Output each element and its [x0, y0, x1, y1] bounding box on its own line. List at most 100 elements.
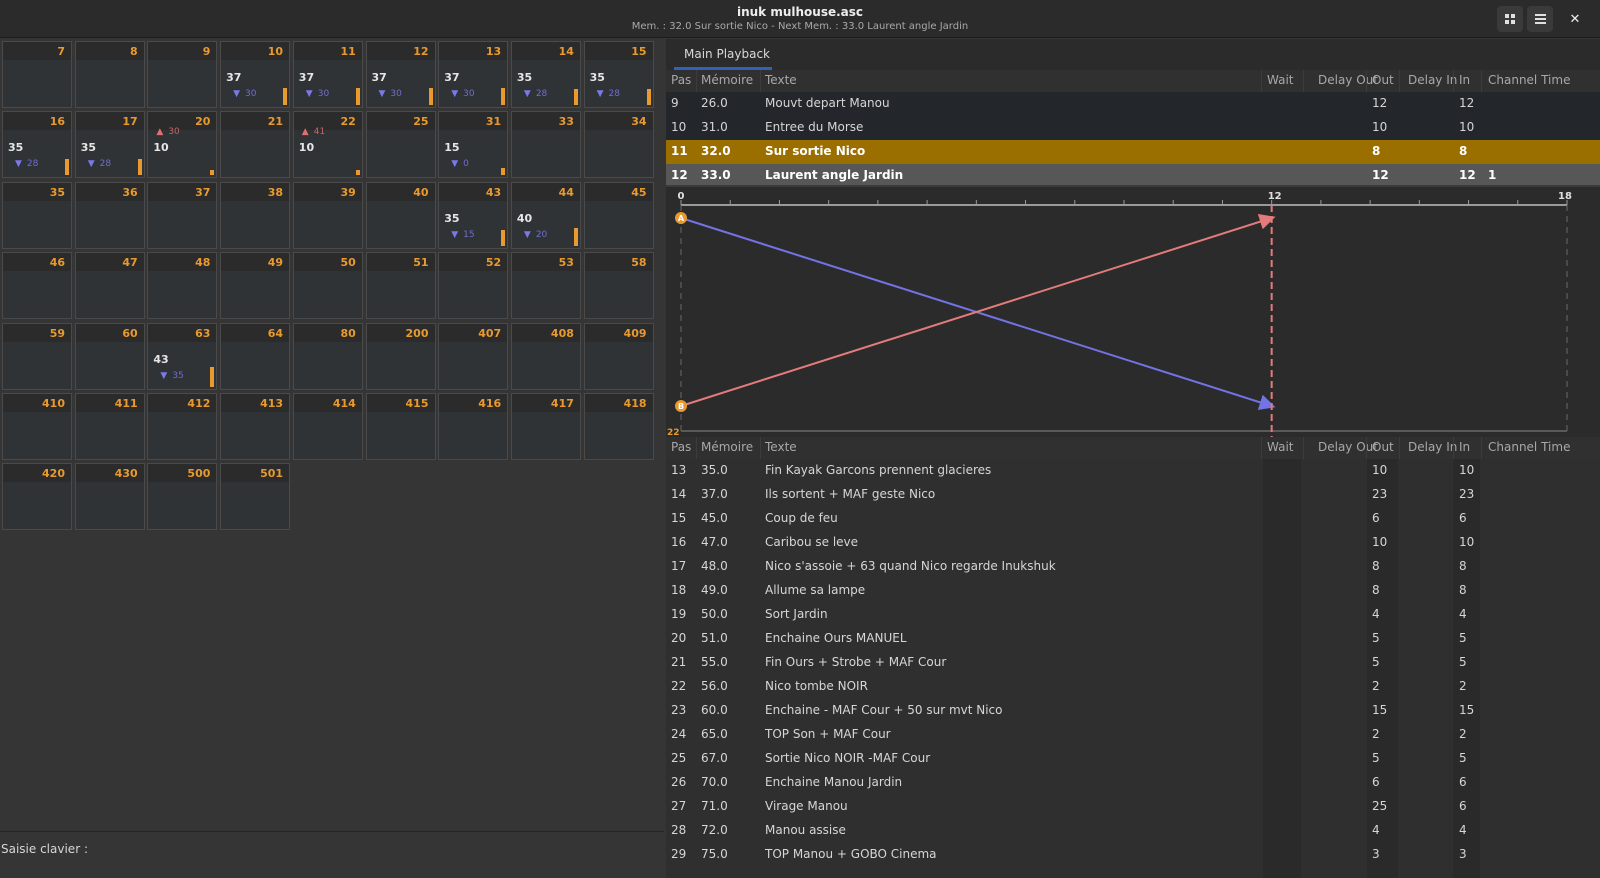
- channel-tile[interactable]: 45: [583, 181, 654, 249]
- channel-tile[interactable]: 37: [147, 181, 218, 249]
- channel-tile[interactable]: 418: [583, 393, 654, 460]
- channel-tile[interactable]: 52: [438, 252, 509, 320]
- column-header[interactable]: Wait: [1267, 73, 1294, 87]
- channel-tile[interactable]: 46: [2, 252, 72, 320]
- channel-tile[interactable]: 58: [583, 252, 654, 320]
- column-header[interactable]: Delay In: [1408, 440, 1457, 454]
- channel-tile[interactable]: 40: [365, 181, 436, 249]
- cue-row[interactable]: 14 37.0 Ils sortent + MAF geste Nico 23 23: [666, 483, 1600, 507]
- column-header[interactable]: Pas: [671, 440, 691, 454]
- cue-row[interactable]: 16 47.0 Caribou se leve 10 10: [666, 531, 1600, 555]
- channel-tile[interactable]: 36: [74, 181, 145, 249]
- column-header[interactable]: Wait: [1267, 440, 1294, 454]
- channel-tile[interactable]: 13 37 ▼ 30: [438, 41, 509, 108]
- channel-tile[interactable]: 9: [147, 41, 218, 108]
- column-header[interactable]: Out: [1372, 440, 1394, 454]
- channel-tile[interactable]: 34: [583, 111, 654, 179]
- channel-tile[interactable]: 413: [220, 393, 291, 460]
- channel-tile[interactable]: 414: [292, 393, 363, 460]
- channel-tile[interactable]: 409: [583, 322, 654, 390]
- channel-tile[interactable]: 410: [2, 393, 72, 460]
- keyboard-input-bar[interactable]: Saisie clavier :: [0, 831, 664, 878]
- column-header[interactable]: Delay Out: [1318, 440, 1378, 454]
- cue-row[interactable]: 9 26.0 Mouvt depart Manou 12 12: [666, 92, 1600, 116]
- column-header[interactable]: Channel Time: [1488, 440, 1570, 454]
- column-header[interactable]: Out: [1372, 73, 1394, 87]
- cue-row[interactable]: 21 55.0 Fin Ours + Strobe + MAF Cour 5 5: [666, 651, 1600, 675]
- channel-tile[interactable]: 417: [510, 393, 581, 460]
- channel-tile[interactable]: 430: [74, 463, 145, 531]
- channel-tile[interactable]: 14 35 ▼ 28: [510, 41, 581, 108]
- column-header[interactable]: Delay In: [1408, 73, 1457, 87]
- close-button[interactable]: ✕: [1562, 6, 1588, 32]
- channel-tile[interactable]: 48: [147, 252, 218, 320]
- cue-row[interactable]: 27 71.0 Virage Manou 25 6: [666, 795, 1600, 819]
- channel-tile[interactable]: 64: [220, 322, 291, 390]
- channel-tile[interactable]: 21: [220, 111, 291, 179]
- channel-tile[interactable]: 80: [292, 322, 363, 390]
- channel-tile[interactable]: 50: [292, 252, 363, 320]
- channel-tile[interactable]: 415: [365, 393, 436, 460]
- column-header[interactable]: Delay Out: [1318, 73, 1378, 87]
- column-header[interactable]: Channel Time: [1488, 73, 1570, 87]
- channel-tile[interactable]: 53: [510, 252, 581, 320]
- channel-tile[interactable]: 12 37 ▼ 30: [365, 41, 436, 108]
- channel-tile[interactable]: 31 15 ▼ 0: [438, 111, 509, 179]
- channel-tile[interactable]: 22 10 ▲ 41: [292, 111, 363, 179]
- grid-view-button[interactable]: [1497, 6, 1523, 32]
- channel-tile[interactable]: 500: [147, 463, 218, 531]
- channel-tile[interactable]: 25: [365, 111, 436, 179]
- current-cue-row[interactable]: 11 32.0 Sur sortie Nico 8 8: [666, 140, 1600, 164]
- cue-row[interactable]: 17 48.0 Nico s'assoie + 63 quand Nico rega…: [666, 555, 1600, 579]
- main-menu-button[interactable]: [1527, 6, 1553, 32]
- column-header[interactable]: Texte: [765, 73, 797, 87]
- channel-tile[interactable]: 16 35 ▼ 28: [2, 111, 72, 179]
- column-header[interactable]: In: [1459, 440, 1470, 454]
- cue-row[interactable]: 19 50.0 Sort Jardin 4 4: [666, 603, 1600, 627]
- cue-row[interactable]: 15 45.0 Coup de feu 6 6: [666, 507, 1600, 531]
- channel-tile[interactable]: 10 37 ▼ 30: [220, 41, 291, 108]
- channel-tile[interactable]: 59: [2, 322, 72, 390]
- column-header[interactable]: Pas: [671, 73, 691, 87]
- cue-row[interactable]: 18 49.0 Allume sa lampe 8 8: [666, 579, 1600, 603]
- cue-row[interactable]: 10 31.0 Entree du Morse 10 10: [666, 116, 1600, 140]
- channel-tile[interactable]: 39: [292, 181, 363, 249]
- channel-tile[interactable]: 200: [365, 322, 436, 390]
- cue-row[interactable]: 29 75.0 TOP Manou + GOBO Cinema 3 3: [666, 843, 1600, 867]
- channel-tile[interactable]: 8: [74, 41, 145, 108]
- channel-tile[interactable]: 20 10 ▲ 30: [147, 111, 218, 179]
- channel-tile[interactable]: 501: [220, 463, 291, 531]
- channel-tile[interactable]: 33: [510, 111, 581, 179]
- cue-row[interactable]: 22 56.0 Nico tombe NOIR 2 2: [666, 675, 1600, 699]
- column-header[interactable]: Mémoire: [701, 440, 753, 454]
- channel-tile[interactable]: 11 37 ▼ 30: [292, 41, 363, 108]
- channel-tile[interactable]: 7: [2, 41, 72, 108]
- channel-tile[interactable]: 38: [220, 181, 291, 249]
- cue-row[interactable]: 25 67.0 Sortie Nico NOIR -MAF Cour 5 5: [666, 747, 1600, 771]
- channel-tile[interactable]: 407: [438, 322, 509, 390]
- channel-tile[interactable]: 416: [438, 393, 509, 460]
- channel-tile[interactable]: 420: [2, 463, 72, 531]
- column-header[interactable]: Mémoire: [701, 73, 753, 87]
- channel-tile[interactable]: 411: [74, 393, 145, 460]
- channel-tile[interactable]: 44 40 ▼ 20: [510, 181, 581, 249]
- column-header[interactable]: In: [1459, 73, 1470, 87]
- channel-tile[interactable]: 17 35 ▼ 28: [74, 111, 145, 179]
- column-header[interactable]: Texte: [765, 440, 797, 454]
- channel-tile[interactable]: 35: [2, 181, 72, 249]
- cue-row[interactable]: 23 60.0 Enchaine - MAF Cour + 50 sur mvt N…: [666, 699, 1600, 723]
- cue-row[interactable]: 28 72.0 Manou assise 4 4: [666, 819, 1600, 843]
- cue-row[interactable]: 20 51.0 Enchaine Ours MANUEL 5 5: [666, 627, 1600, 651]
- channel-tile[interactable]: 408: [510, 322, 581, 390]
- channel-tile[interactable]: 63 43 ▼ 35: [147, 322, 218, 390]
- cue-row[interactable]: 24 65.0 TOP Son + MAF Cour 2 2: [666, 723, 1600, 747]
- channel-tile[interactable]: 47: [74, 252, 145, 320]
- channel-tile[interactable]: 15 35 ▼ 28: [583, 41, 654, 108]
- cue-row[interactable]: 13 35.0 Fin Kayak Garcons prennent glacier…: [666, 459, 1600, 483]
- cue-row[interactable]: 26 70.0 Enchaine Manou Jardin 6 6: [666, 771, 1600, 795]
- channel-tile[interactable]: 60: [74, 322, 145, 390]
- channel-tile[interactable]: 43 35 ▼ 15: [438, 181, 509, 249]
- tab-main-playback[interactable]: Main Playback: [674, 39, 772, 70]
- channel-tile[interactable]: 49: [220, 252, 291, 320]
- channel-tile[interactable]: 51: [365, 252, 436, 320]
